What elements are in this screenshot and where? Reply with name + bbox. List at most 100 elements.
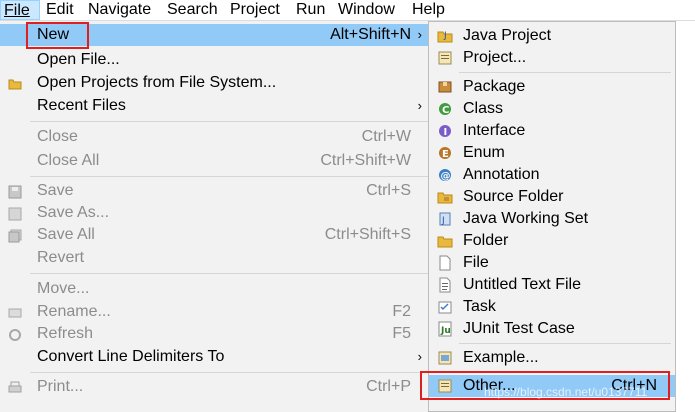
- print-icon: [8, 380, 22, 394]
- separator: [459, 72, 671, 73]
- java-project-label: Java Project: [463, 27, 552, 44]
- submenu-item-task[interactable]: Task: [429, 296, 675, 318]
- enum-icon: E: [437, 145, 453, 161]
- file-menu: New Alt+Shift+N › Open File... Open Proj…: [0, 21, 431, 412]
- project-icon: [437, 50, 453, 66]
- menu-item-close-all[interactable]: Close All Ctrl+Shift+W: [0, 150, 430, 172]
- task-icon: [437, 299, 453, 315]
- menu-run[interactable]: Run: [296, 0, 325, 20]
- menu-navigate-label: Navigate: [88, 1, 152, 18]
- menu-edit[interactable]: Edit: [46, 0, 74, 20]
- menu-item-open-file[interactable]: Open File...: [0, 49, 430, 71]
- task-label: Task: [463, 298, 496, 315]
- enum-label: Enum: [463, 144, 505, 161]
- menu-search-label: Search: [167, 1, 218, 18]
- menu-item-revert[interactable]: Revert: [0, 247, 430, 269]
- recent-files-label: Recent Files: [37, 97, 126, 114]
- save-icon: [8, 184, 22, 199]
- menu-file[interactable]: File: [0, 0, 40, 20]
- save-as-icon: [8, 206, 22, 221]
- menu-item-move[interactable]: Move...: [0, 278, 430, 300]
- submenu-item-class[interactable]: C Class: [429, 98, 675, 120]
- menu-project[interactable]: Project: [230, 0, 280, 20]
- menu-item-save-all[interactable]: Save All Ctrl+Shift+S: [0, 224, 430, 246]
- menu-item-save-as[interactable]: Save As...: [0, 202, 430, 224]
- revert-label: Revert: [37, 249, 85, 266]
- submenu-item-package[interactable]: Package: [429, 76, 675, 98]
- menu-item-rename[interactable]: Rename... F2: [0, 301, 430, 323]
- close-all-shortcut: Ctrl+Shift+W: [320, 152, 411, 169]
- interface-label: Interface: [463, 122, 526, 139]
- print-label: Print...: [37, 378, 84, 395]
- print-shortcut: Ctrl+P: [366, 378, 411, 395]
- save-as-label: Save As...: [37, 204, 110, 221]
- svg-text:Ju: Ju: [440, 326, 451, 336]
- editor-background: [676, 21, 695, 412]
- menu-item-save[interactable]: Save Ctrl+S: [0, 180, 430, 202]
- java-project-icon: J: [437, 28, 453, 44]
- convert-label: Convert Line Delimiters To: [37, 348, 225, 365]
- close-shortcut: Ctrl+W: [361, 128, 411, 145]
- menu-run-label: Run: [296, 1, 326, 18]
- menu-item-recent-files[interactable]: Recent Files ›: [0, 95, 430, 117]
- svg-text:E: E: [442, 149, 449, 160]
- submenu-item-untitled-text-file[interactable]: Untitled Text File: [429, 274, 675, 296]
- new-submenu: J Java Project Project... Package C Clas…: [428, 21, 676, 412]
- submenu-item-java-project[interactable]: J Java Project: [429, 25, 675, 47]
- menu-navigate[interactable]: Navigate: [88, 0, 151, 20]
- submenu-item-source-folder[interactable]: Source Folder: [429, 186, 675, 208]
- menu-item-close[interactable]: Close Ctrl+W: [0, 126, 430, 148]
- annotation-box-new: [26, 22, 89, 49]
- menu-search[interactable]: Search: [167, 0, 218, 20]
- menu-help[interactable]: Help: [412, 0, 445, 20]
- svg-text:@: @: [441, 171, 451, 182]
- submenu-item-example[interactable]: Example...: [429, 347, 675, 369]
- submenu-item-annotation[interactable]: @ Annotation: [429, 164, 675, 186]
- separator: [30, 273, 428, 274]
- rename-label: Rename...: [37, 303, 111, 320]
- submenu-item-project[interactable]: Project...: [429, 47, 675, 69]
- folder-icon: [437, 233, 453, 249]
- submenu-item-interface[interactable]: I Interface: [429, 120, 675, 142]
- package-label: Package: [463, 78, 526, 95]
- chevron-right-icon: ›: [417, 349, 422, 364]
- chevron-right-icon: ›: [417, 98, 422, 113]
- save-label: Save: [37, 182, 74, 199]
- annotation-box-other: [420, 371, 670, 400]
- submenu-item-java-working-set[interactable]: J Java Working Set: [429, 208, 675, 230]
- svg-text:J: J: [441, 216, 445, 226]
- untitled-text-file-label: Untitled Text File: [463, 276, 581, 293]
- annotation-icon: @: [437, 167, 453, 183]
- separator: [30, 372, 428, 373]
- source-folder-label: Source Folder: [463, 188, 564, 205]
- submenu-item-file[interactable]: File: [429, 252, 675, 274]
- menu-window[interactable]: Window: [338, 0, 395, 20]
- submenu-item-enum[interactable]: E Enum: [429, 142, 675, 164]
- folder-open-icon: [8, 76, 22, 90]
- save-all-icon: [8, 228, 22, 243]
- close-all-label: Close All: [37, 152, 100, 169]
- refresh-shortcut: F5: [392, 325, 411, 342]
- svg-text:I: I: [444, 127, 448, 138]
- separator: [459, 343, 671, 344]
- example-icon: [437, 350, 453, 366]
- menu-item-open-projects[interactable]: Open Projects from File System...: [0, 72, 430, 94]
- menu-item-refresh[interactable]: Refresh F5: [0, 323, 430, 345]
- example-label: Example...: [463, 349, 539, 366]
- project-label: Project...: [463, 49, 527, 66]
- menu-project-label: Project: [230, 1, 280, 18]
- open-file-label: Open File...: [37, 51, 120, 68]
- junit-icon: Ju: [437, 321, 453, 337]
- rename-icon: [8, 305, 22, 319]
- submenu-item-junit-test-case[interactable]: Ju JUnit Test Case: [429, 318, 675, 340]
- file-icon: [437, 255, 453, 271]
- menu-item-convert-line-delimiters[interactable]: Convert Line Delimiters To ›: [0, 346, 430, 368]
- annotation-label: Annotation: [463, 166, 540, 183]
- submenu-item-folder[interactable]: Folder: [429, 230, 675, 252]
- close-label: Close: [37, 128, 78, 145]
- menu-item-print[interactable]: Print... Ctrl+P: [0, 376, 430, 398]
- folder-label: Folder: [463, 232, 509, 249]
- open-projects-label: Open Projects from File System...: [37, 74, 277, 91]
- refresh-label: Refresh: [37, 325, 94, 342]
- menu-edit-label: Edit: [46, 1, 74, 18]
